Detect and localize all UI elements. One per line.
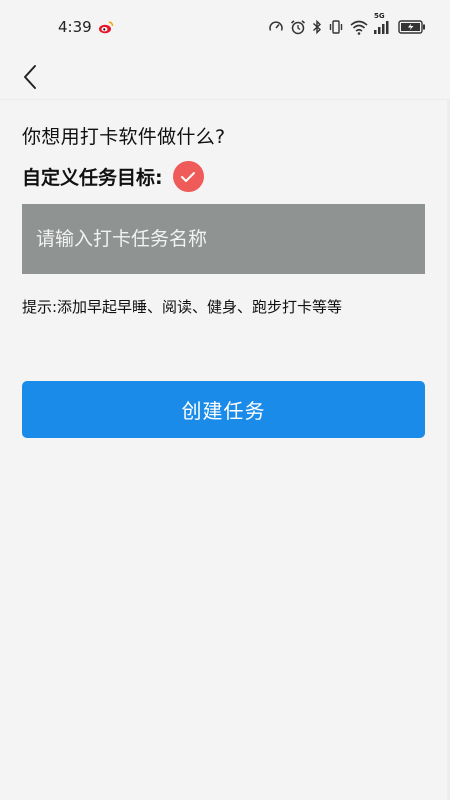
network-type-label: 5G <box>374 12 385 20</box>
app-bar <box>0 54 450 100</box>
status-left: 4:39 <box>58 18 114 36</box>
battery-charging-icon <box>398 20 426 34</box>
main-content: 你想用打卡软件做什么? 自定义任务目标: 提示:添加早起早睡、阅读、健身、跑步打… <box>0 100 450 438</box>
status-time: 4:39 <box>58 18 92 36</box>
create-task-button[interactable]: 创建任务 <box>22 381 425 438</box>
status-bar: 4:39 5G <box>0 0 450 54</box>
alarm-icon <box>290 19 306 35</box>
status-right: 5G <box>268 12 426 35</box>
signal-icon: 5G <box>374 12 392 34</box>
back-button[interactable] <box>16 60 44 94</box>
question-heading: 你想用打卡软件做什么? <box>22 126 226 148</box>
custom-goal-row: 自定义任务目标: <box>22 161 428 192</box>
wifi-icon <box>350 20 368 35</box>
checkmark-icon <box>180 171 196 183</box>
hint-text: 提示:添加早起早睡、阅读、健身、跑步打卡等等 <box>22 298 343 316</box>
task-name-input[interactable] <box>22 204 425 274</box>
speedometer-icon <box>268 19 284 35</box>
chevron-left-icon <box>22 64 38 90</box>
vibrate-icon <box>328 19 344 35</box>
bluetooth-icon <box>312 19 322 35</box>
custom-goal-toggle[interactable] <box>172 161 204 192</box>
weibo-icon <box>98 20 114 34</box>
custom-goal-label: 自定义任务目标: <box>22 167 163 189</box>
